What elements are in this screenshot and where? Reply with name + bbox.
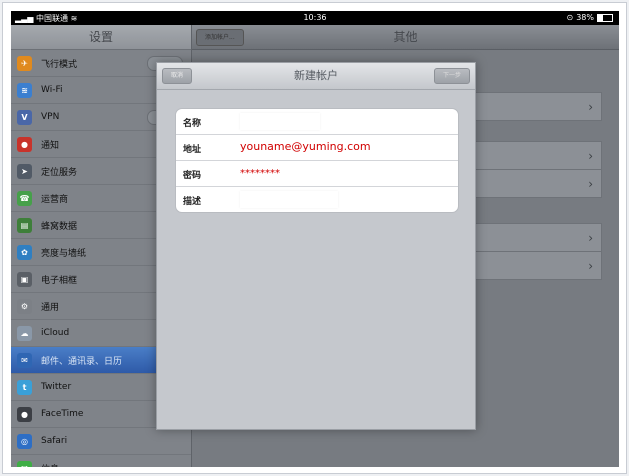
cancel-button[interactable]: 取消 — [162, 68, 193, 84]
airplane-icon: ✈ — [17, 55, 32, 71]
description-label: 描述 — [183, 197, 202, 207]
icloud-icon: ☁ — [17, 325, 32, 341]
chevron-right-icon: › — [588, 99, 593, 114]
sidebar-item-label: Twitter — [41, 382, 72, 392]
status-bar: ▂▃▅ 中国联通 ≋ 10:36 ⊙ 38% — [11, 11, 619, 25]
sidebar-item[interactable]: ✉ 信息 — [11, 455, 191, 467]
wifi-icon: ≋ — [17, 82, 32, 98]
address-label: 地址 — [183, 145, 202, 155]
detail-header: 添加帐户... 其他 — [192, 25, 619, 50]
sidebar-item-label: 亮度与墙纸 — [41, 248, 87, 259]
settings-title: 设置 — [11, 25, 191, 50]
clock: 10:36 — [303, 13, 327, 22]
mail-icon: ✉ — [17, 352, 32, 368]
name-field[interactable] — [240, 113, 320, 130]
messages-icon: ✉ — [17, 460, 32, 467]
sidebar-item-label: 蜂窝数据 — [41, 221, 78, 232]
sidebar-item-label: VPN — [41, 112, 60, 122]
sidebar-item-label: 定位服务 — [41, 167, 78, 178]
vpn-icon: V — [17, 109, 32, 125]
carrier-icon: ☎ — [17, 190, 32, 206]
chevron-right-icon: › — [588, 258, 593, 273]
location-icon: ➤ — [17, 163, 32, 179]
battery-icon — [597, 13, 613, 22]
sidebar-item-label: 通用 — [41, 302, 60, 313]
picture-frame-icon: ▣ — [17, 271, 32, 287]
sidebar-item-label: 信息 — [41, 462, 59, 468]
detail-title: 其他 — [393, 30, 418, 44]
safari-icon: ◎ — [17, 433, 32, 449]
sidebar-item-label: 通知 — [41, 140, 60, 151]
sidebar-item-label: FaceTime — [41, 409, 84, 419]
account-form: 名称 地址 youname@yuming.com 密码 ******** 描述 — [175, 108, 459, 213]
chevron-right-icon: › — [588, 230, 593, 245]
sidebar-item-label: 飞行模式 — [41, 59, 78, 70]
new-account-dialog: 取消 新建帐户 下一步 名称 地址 youname@yuming.com 密码 … — [156, 62, 476, 430]
dialog-title: 新建帐户 — [294, 69, 338, 82]
address-row[interactable]: 地址 youname@yuming.com — [176, 135, 458, 161]
lock-rotation-icon: ⊙ — [566, 13, 574, 22]
sidebar-item[interactable]: ◎ Safari — [11, 428, 191, 455]
ipad-screen: ▂▃▅ 中国联通 ≋ 10:36 ⊙ 38% 设置 ✈飞行模式≋Wi-FiNVV… — [11, 11, 619, 467]
address-field[interactable]: youname@yuming.com — [240, 140, 371, 153]
twitter-icon: t — [17, 379, 32, 395]
password-field[interactable]: ******** — [240, 168, 280, 179]
password-label: 密码 — [183, 171, 202, 181]
notification-icon: ● — [17, 136, 32, 152]
battery-area: ⊙ 38% — [567, 13, 613, 22]
cellular-icon: ▤ — [17, 217, 32, 233]
back-button[interactable]: 添加帐户... — [196, 29, 244, 46]
sidebar-item-label: Safari — [41, 436, 68, 446]
dialog-header: 取消 新建帐户 下一步 — [157, 63, 475, 90]
sidebar-item-label: 邮件、通讯录、日历 — [41, 356, 123, 367]
brightness-icon: ✿ — [17, 244, 32, 260]
next-button[interactable]: 下一步 — [433, 68, 470, 84]
screenshot-frame: ▂▃▅ 中国联通 ≋ 10:36 ⊙ 38% 设置 ✈飞行模式≋Wi-FiNVV… — [2, 2, 627, 474]
name-label: 名称 — [183, 119, 202, 129]
chevron-right-icon: › — [588, 176, 593, 191]
sidebar-item-label: 电子相框 — [41, 275, 78, 286]
sidebar-item-label: Wi-Fi — [41, 85, 63, 95]
sidebar-item-label: 运营商 — [41, 194, 69, 205]
description-field[interactable] — [240, 191, 338, 208]
chevron-right-icon: › — [588, 148, 593, 163]
battery-percent: 38% — [576, 13, 594, 22]
password-row[interactable]: 密码 ******** — [176, 161, 458, 187]
general-icon: ⚙ — [17, 298, 32, 314]
name-row[interactable]: 名称 — [176, 109, 458, 135]
description-row[interactable]: 描述 — [176, 187, 458, 212]
facetime-icon: ● — [17, 406, 32, 422]
sidebar-item-label: iCloud — [41, 328, 70, 338]
